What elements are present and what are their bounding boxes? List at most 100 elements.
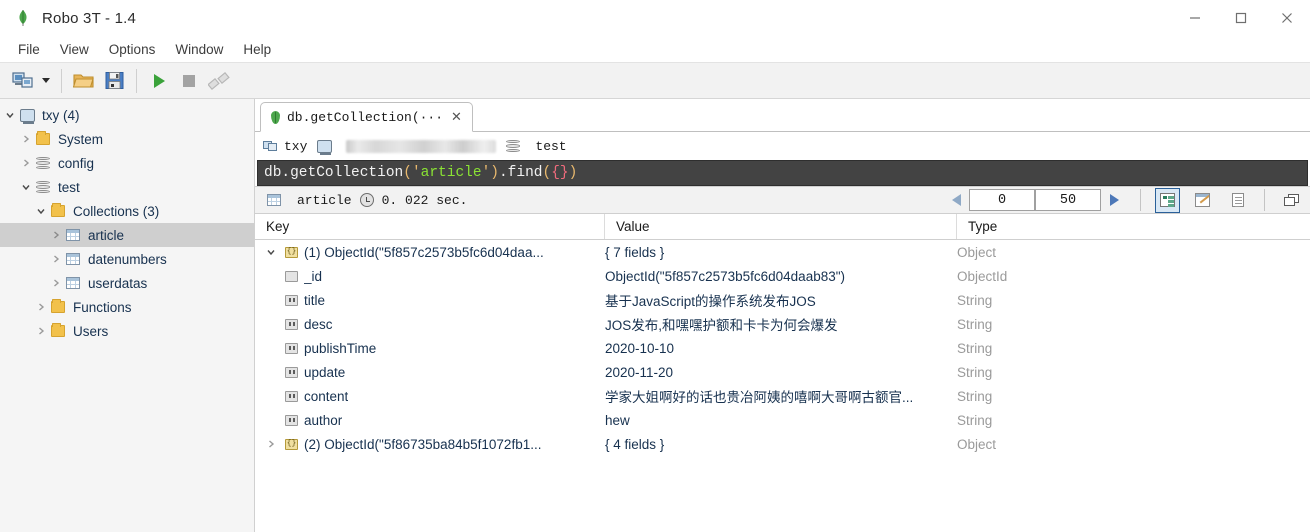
maximize-icon[interactable] [1218, 0, 1264, 36]
chevron-down-icon[interactable] [33, 206, 49, 216]
row-value-cell: { 7 fields } [605, 244, 665, 260]
connect-icon [263, 140, 277, 152]
chevron-right-icon[interactable] [48, 230, 64, 240]
toolbar-separator-2 [136, 68, 137, 93]
connect-button[interactable] [8, 66, 38, 95]
tree-view-button[interactable] [1155, 187, 1180, 213]
next-page-button[interactable] [1101, 187, 1127, 213]
save-script-button[interactable] [99, 66, 129, 95]
chevron-right-icon[interactable] [48, 254, 64, 264]
row-value-cell: 基于JavaScript的操作系统发布JOS [605, 294, 816, 309]
table-row[interactable]: author hew String [255, 408, 1310, 432]
minimize-icon[interactable] [1172, 0, 1218, 36]
sidebar-item-test[interactable]: test [0, 175, 254, 199]
column-header-key[interactable]: Key [255, 214, 605, 239]
connection-name-group[interactable]: txy [263, 139, 307, 154]
maximize-output-button[interactable] [1279, 188, 1304, 213]
result-toolbar: article 0. 022 sec. 0 50 [255, 186, 1310, 214]
tab-query-getcollection[interactable]: db.getCollection(··· ✕ [260, 102, 473, 132]
chevron-right-icon[interactable] [33, 326, 49, 336]
table-row[interactable]: {} (1) ObjectId("5f857c2573b5fc6d04daa..… [255, 240, 1310, 264]
sidebar-item-collections[interactable]: Collections (3) [0, 199, 254, 223]
chevron-right-icon[interactable] [18, 158, 34, 168]
chevron-right-icon[interactable] [18, 134, 34, 144]
sidebar-item-label: config [58, 155, 95, 171]
column-header-type[interactable]: Type [957, 214, 1310, 239]
grid-header: Key Value Type [255, 214, 1310, 240]
query-token: ( [542, 165, 552, 181]
query-token: ( [403, 165, 412, 181]
sidebar-item-config[interactable]: config [0, 151, 254, 175]
sidebar-item-label: Users [73, 323, 109, 339]
query-token: article [420, 165, 482, 181]
table-row[interactable]: _id ObjectId("5f857c2573b5fc6d04daab83")… [255, 264, 1310, 288]
sidebar-item-users[interactable]: Users [0, 319, 254, 343]
caret-down-icon [42, 78, 50, 83]
mongodb-leaf-icon [271, 110, 280, 124]
table-row[interactable]: content 学家大姐啊好的话也贵冶阿姨的嘻啊大哥啊古额官... String [255, 384, 1310, 408]
open-script-button[interactable] [69, 66, 99, 95]
menu-options[interactable]: Options [99, 39, 166, 60]
row-key-cell: content [255, 389, 605, 404]
limit-input[interactable]: 50 [1035, 189, 1101, 211]
sidebar-item-article[interactable]: article [0, 223, 254, 247]
row-key-cell: {} (1) ObjectId("5f857c2573b5fc6d04daa..… [255, 245, 605, 260]
host-group[interactable] [315, 139, 497, 155]
chevron-right-icon[interactable] [33, 302, 49, 312]
query-token: .find [498, 165, 543, 181]
menu-window[interactable]: Window [165, 39, 233, 60]
chevron-down-icon[interactable] [18, 182, 34, 192]
toolbar-separator-4 [1264, 189, 1265, 211]
query-editor[interactable]: db.getCollection(' article ') .find({}) [257, 160, 1308, 186]
menu-view[interactable]: View [50, 39, 99, 60]
object-icon: {} [285, 246, 298, 258]
row-value-cell: JOS发布,和嘿嘿护额和卡卡为何会爆发 [605, 318, 838, 333]
row-key-cell: desc [255, 317, 605, 332]
main-content: txy (4) System config test Collections (… [0, 99, 1310, 532]
sidebar-item-label: Collections (3) [73, 203, 160, 219]
mongodb-leaf-icon [14, 9, 32, 27]
table-view-button[interactable] [1190, 188, 1215, 213]
close-icon[interactable]: ✕ [450, 109, 463, 125]
connection-name: txy [284, 138, 308, 154]
sidebar-item-userdatas[interactable]: userdatas [0, 271, 254, 295]
table-row[interactable]: desc JOS发布,和嘿嘿护额和卡卡为何会爆发 String [255, 312, 1310, 336]
title-bar: Robo 3T - 1.4 [0, 0, 1310, 36]
column-header-value[interactable]: Value [605, 214, 957, 239]
menu-help[interactable]: Help [233, 39, 281, 60]
prev-page-button[interactable] [943, 187, 969, 213]
sidebar-item-txy[interactable]: txy (4) [0, 103, 254, 127]
sidebar-item-functions[interactable]: Functions [0, 295, 254, 319]
execute-button[interactable] [144, 66, 174, 95]
row-type-cell: String [957, 340, 993, 356]
window-controls [1172, 0, 1310, 36]
clock-icon [359, 193, 374, 207]
database-group[interactable]: test [504, 138, 567, 154]
table-row[interactable]: title 基于JavaScript的操作系统发布JOS String [255, 288, 1310, 312]
table-row[interactable]: publishTime 2020-10-10 String [255, 336, 1310, 360]
chevron-right-icon[interactable] [263, 439, 279, 449]
chevron-down-icon[interactable] [2, 110, 18, 120]
sidebar-item-system[interactable]: System [0, 127, 254, 151]
skip-input[interactable]: 0 [969, 189, 1035, 211]
stop-button[interactable] [174, 66, 204, 95]
disconnect-button[interactable] [204, 66, 234, 95]
string-field-icon [285, 414, 298, 426]
chevron-down-icon[interactable] [263, 247, 279, 257]
database-name: test [535, 138, 567, 154]
row-key-label: update [304, 364, 346, 380]
row-value-cell: 2020-10-10 [605, 340, 675, 356]
text-view-button[interactable] [1225, 188, 1250, 213]
row-value-cell: { 4 fields } [605, 436, 665, 452]
table-row[interactable]: {} (2) ObjectId("5f86735ba84b5f1072fb1..… [255, 432, 1310, 456]
close-icon[interactable] [1264, 0, 1310, 36]
result-grid[interactable]: Key Value Type {} (1) ObjectId("5f857c25… [255, 214, 1310, 532]
row-type-cell: String [957, 316, 993, 332]
row-value-cell: hew [605, 412, 630, 428]
table-row[interactable]: update 2020-11-20 String [255, 360, 1310, 384]
chevron-right-icon[interactable] [48, 278, 64, 288]
sidebar-item-datenumbers[interactable]: datenumbers [0, 247, 254, 271]
connect-dropdown[interactable] [38, 66, 54, 95]
explorer-sidebar[interactable]: txy (4) System config test Collections (… [0, 99, 255, 532]
menu-file[interactable]: File [8, 39, 50, 60]
